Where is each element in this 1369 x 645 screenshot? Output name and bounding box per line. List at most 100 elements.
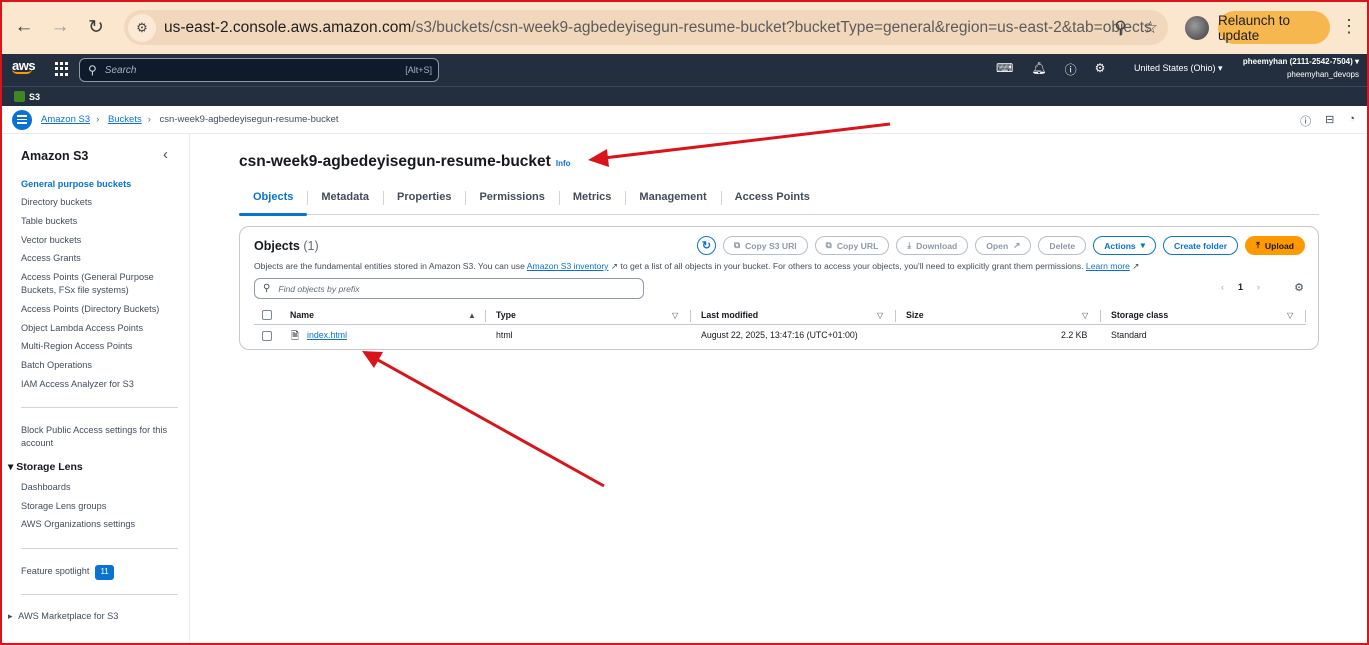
- refresh-button[interactable]: ↻: [696, 236, 716, 255]
- prev-page-icon[interactable]: ‹: [1221, 282, 1224, 292]
- column-size[interactable]: Size: [906, 310, 924, 320]
- sort-icon[interactable]: ▽: [672, 311, 678, 320]
- object-name-link[interactable]: index.html: [307, 330, 347, 340]
- create-folder-button[interactable]: Create folder: [1163, 236, 1239, 255]
- copy-s3-uri-button[interactable]: ⧉ Copy S3 URI: [722, 236, 808, 255]
- reload-icon[interactable]: ↻: [79, 10, 113, 44]
- tab-management[interactable]: Management: [625, 185, 720, 215]
- bookmark-star-icon[interactable]: ☆: [1143, 18, 1158, 38]
- page-number[interactable]: 1: [1238, 282, 1243, 292]
- bell-icon[interactable]: 🔔︎: [1031, 61, 1046, 78]
- object-last-modified: August 22, 2025, 13:47:16 (UTC+01:00): [701, 330, 858, 340]
- region-selector[interactable]: United States (Ohio) ▾: [1134, 63, 1223, 74]
- breadcrumb-buckets[interactable]: Buckets: [108, 114, 142, 125]
- cloudshell-icon[interactable]: ⌨: [996, 61, 1013, 78]
- sort-icon[interactable]: ▽: [1082, 311, 1088, 320]
- sidebar-item-vector-buckets[interactable]: Vector buckets: [21, 234, 181, 247]
- table-settings-icon[interactable]: ⚙: [1294, 281, 1304, 294]
- learn-more-link[interactable]: Learn more: [1086, 261, 1130, 271]
- delete-button[interactable]: Delete: [1038, 236, 1087, 255]
- column-last-modified[interactable]: Last modified: [701, 310, 758, 320]
- download-button[interactable]: ⤓ Download: [896, 236, 969, 255]
- settings-icon[interactable]: ⚙: [1095, 61, 1106, 78]
- search-icon: ⚲: [88, 63, 97, 77]
- file-icon: 🗎: [291, 331, 300, 342]
- feedback-icon[interactable]: ◔: [1348, 113, 1355, 129]
- account-name[interactable]: pheemyhan (2111-2542-7504) ▾: [1243, 55, 1359, 68]
- help-icon[interactable]: ⓘ: [1065, 61, 1077, 78]
- info-link[interactable]: Info: [556, 159, 571, 168]
- back-arrow-icon[interactable]: ←: [7, 10, 41, 44]
- breadcrumb-bar: Amazon S3 › Buckets › csn-week9-agbedeyise…: [0, 106, 1369, 134]
- url-text[interactable]: us-east-2.console.aws.amazon.com/s3/buck…: [164, 19, 1152, 37]
- services-grid-icon[interactable]: [55, 62, 69, 76]
- zoom-icon[interactable]: ⚲: [1114, 18, 1126, 38]
- close-sidebar-icon[interactable]: ‹: [163, 146, 168, 163]
- forward-arrow-icon[interactable]: →: [43, 10, 77, 44]
- sidebar-item-general-purpose-buckets[interactable]: General purpose buckets: [21, 178, 181, 191]
- split-panel-icon[interactable]: ⊟: [1325, 113, 1334, 129]
- tab-objects[interactable]: Objects: [239, 185, 308, 216]
- sidebar-item-storage-lens-groups[interactable]: Storage Lens groups: [21, 500, 181, 513]
- tab-access-points[interactable]: Access Points: [720, 185, 824, 215]
- search-placeholder: Search: [104, 64, 137, 76]
- sidebar-item-access-grants[interactable]: Access Grants: [21, 252, 181, 265]
- copy-icon: ⧉: [825, 240, 832, 250]
- sidebar-item-access-points-directory[interactable]: Access Points (Directory Buckets): [21, 303, 181, 316]
- sort-icon[interactable]: ▽: [877, 311, 883, 320]
- external-link-icon: ↗: [1013, 240, 1021, 250]
- service-link-s3[interactable]: S3: [29, 92, 40, 102]
- column-type[interactable]: Type: [496, 310, 516, 320]
- search-shortcut: [Alt+S]: [405, 65, 432, 75]
- sidebar-item-iam-access-analyzer[interactable]: IAM Access Analyzer for S3: [21, 378, 181, 391]
- aws-search-input[interactable]: ⚲ Search [Alt+S]: [79, 58, 439, 82]
- object-storage-class: Standard: [1111, 330, 1147, 340]
- relaunch-button[interactable]: Relaunch to update: [1218, 11, 1330, 44]
- next-page-icon[interactable]: ›: [1257, 282, 1260, 292]
- tab-metadata[interactable]: Metadata: [307, 185, 383, 215]
- copy-url-button[interactable]: ⧉ Copy URL: [814, 236, 890, 255]
- sidebar-item-block-public-access[interactable]: Block Public Access settings for this ac…: [21, 424, 176, 449]
- menu-hamburger-icon[interactable]: [12, 109, 32, 130]
- info-panel-icon[interactable]: ⓘ: [1300, 113, 1311, 129]
- tab-permissions[interactable]: Permissions: [465, 185, 558, 215]
- search-icon: ⚲: [263, 283, 271, 294]
- sidebar-item-aws-org-settings[interactable]: AWS Organizations settings: [21, 518, 181, 531]
- open-button[interactable]: Open ↗: [975, 236, 1032, 255]
- download-icon: ⤓: [907, 240, 912, 250]
- sidebar-item-access-points-general[interactable]: Access Points (General Purpose Buckets, …: [21, 271, 161, 296]
- tab-metrics[interactable]: Metrics: [558, 185, 626, 215]
- sidebar-item-batch-operations[interactable]: Batch Operations: [21, 359, 181, 372]
- column-storage-class[interactable]: Storage class: [1111, 310, 1168, 320]
- external-link-icon: ↗: [1129, 261, 1140, 271]
- site-settings-icon[interactable]: ⚙: [128, 13, 156, 42]
- sort-icon[interactable]: ▽: [1287, 311, 1293, 320]
- sidebar-item-table-buckets[interactable]: Table buckets: [21, 215, 181, 228]
- sidebar-item-dashboards[interactable]: Dashboards: [21, 481, 181, 494]
- column-name[interactable]: Name: [290, 310, 314, 320]
- row-checkbox[interactable]: [262, 331, 272, 341]
- sidebar-item-directory-buckets[interactable]: Directory buckets: [21, 196, 181, 209]
- sort-ascending-icon[interactable]: ▲: [468, 311, 476, 320]
- address-bar[interactable]: ⚙ us-east-2.console.aws.amazon.com/s3/bu…: [124, 10, 1168, 45]
- browser-menu-icon[interactable]: ⋮: [1340, 16, 1358, 37]
- breadcrumb-amazon-s3[interactable]: Amazon S3: [41, 114, 90, 125]
- account-user: pheemyhan_devops: [1286, 70, 1359, 79]
- find-objects-input[interactable]: ⚲ Find objects by prefix: [254, 278, 644, 299]
- sidebar-item-object-lambda[interactable]: Object Lambda Access Points: [21, 322, 181, 335]
- page-title: csn-week9-agbedeyisegun-resume-bucket Inf…: [239, 153, 571, 170]
- upload-button[interactable]: ⤒ Upload: [1245, 236, 1305, 255]
- tab-properties[interactable]: Properties: [383, 185, 465, 215]
- sidebar-section-storage-lens[interactable]: ▾ Storage Lens: [8, 461, 83, 473]
- sidebar-item-feature-spotlight[interactable]: Feature spotlight 11: [21, 565, 181, 580]
- aws-top-nav: aws ⚲ Search [Alt+S] ⌨ 🔔︎ ⓘ ⚙ United Sta…: [0, 54, 1369, 86]
- aws-logo[interactable]: aws: [12, 58, 36, 74]
- actions-dropdown[interactable]: Actions ▾: [1093, 236, 1157, 255]
- profile-avatar[interactable]: [1185, 16, 1209, 40]
- account-menu[interactable]: pheemyhan (2111-2542-7504) ▾ pheemyhan_d…: [1243, 55, 1359, 81]
- find-objects-placeholder: Find objects by prefix: [278, 283, 360, 294]
- sidebar-item-multi-region[interactable]: Multi-Region Access Points: [21, 340, 181, 353]
- inventory-link[interactable]: Amazon S3 inventory: [527, 261, 609, 271]
- sidebar-item-marketplace[interactable]: ▸ AWS Marketplace for S3: [8, 611, 118, 622]
- select-all-checkbox[interactable]: [262, 310, 272, 320]
